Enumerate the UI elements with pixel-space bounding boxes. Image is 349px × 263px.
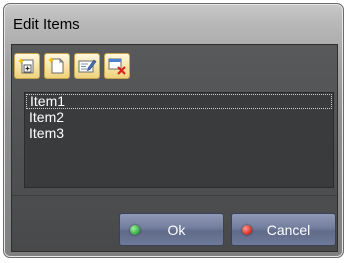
items-listbox[interactable]: Item1 Item2 Item3 bbox=[24, 92, 334, 188]
new-document-icon bbox=[48, 57, 64, 74]
edit-items-dialog: Edit Items Item1 Item2 Item3 Ok Cancel bbox=[3, 3, 344, 258]
add-item-icon bbox=[18, 58, 34, 74]
delete-item-icon bbox=[108, 58, 126, 75]
list-item[interactable]: Item2 bbox=[26, 110, 332, 125]
red-status-icon bbox=[242, 224, 252, 235]
list-item[interactable]: Item1 bbox=[26, 94, 332, 109]
cancel-button[interactable]: Cancel bbox=[231, 213, 336, 246]
toolbar bbox=[14, 53, 130, 85]
dialog-title: Edit Items bbox=[13, 16, 80, 33]
cancel-button-label: Cancel bbox=[266, 221, 311, 238]
dialog-body: Item1 Item2 Item3 Ok Cancel bbox=[11, 44, 338, 252]
add-item-button[interactable] bbox=[14, 53, 40, 79]
edit-item-icon bbox=[78, 59, 97, 73]
list-item[interactable]: Item3 bbox=[26, 126, 332, 141]
green-status-icon bbox=[130, 224, 140, 235]
new-document-button[interactable] bbox=[44, 53, 70, 79]
ok-button[interactable]: Ok bbox=[119, 213, 224, 246]
divider bbox=[12, 195, 337, 196]
edit-item-button[interactable] bbox=[74, 53, 100, 79]
delete-item-button[interactable] bbox=[104, 53, 130, 79]
ok-button-label: Ok bbox=[167, 221, 186, 238]
